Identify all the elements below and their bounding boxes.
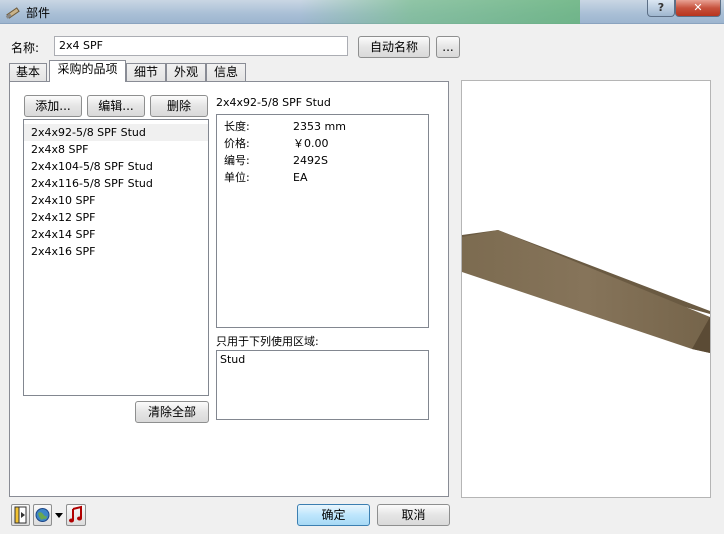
property-value: EA [293,171,308,184]
property-row: 单位: EA [217,169,428,186]
music-note-icon[interactable] [66,504,86,526]
property-value: 2353 mm [293,120,346,133]
preview-pane [461,80,711,498]
browse-button[interactable]: ... [436,36,460,58]
tab-basic[interactable]: 基本 [9,63,47,81]
usage-label: 只用于下列使用区域: [216,335,319,348]
list-item[interactable]: 2x4x92-5/8 SPF Stud [24,124,208,141]
tab-info[interactable]: 信息 [206,63,246,81]
title-bar: 部件 ? ✕ [0,0,724,24]
ok-button[interactable]: 确定 [297,504,370,526]
list-item[interactable]: 2x4x104-5/8 SPF Stud [24,158,208,175]
properties-box: 长度: 2353 mm 价格: ￥0.00 编号: 2492S 单位: EA [216,114,429,328]
list-item[interactable]: 2x4x12 SPF [24,209,208,226]
stud-3d-preview [462,230,710,353]
property-key: 价格: [224,137,250,150]
close-button[interactable]: ✕ [675,0,721,17]
property-row: 编号: 2492S [217,152,428,169]
dropdown-arrow-icon[interactable] [54,504,64,526]
usage-area-list[interactable]: Stud [216,350,429,420]
property-key: 单位: [224,171,250,184]
list-item[interactable]: 2x4x10 SPF [24,192,208,209]
stud-side-face [462,230,710,353]
list-item[interactable]: 2x4x14 SPF [24,226,208,243]
list-item[interactable]: 2x4x8 SPF [24,141,208,158]
window-title: 部件 [26,6,51,20]
page-icon[interactable] [11,504,30,526]
cancel-button[interactable]: 取消 [377,504,450,526]
tab-details[interactable]: 细节 [126,63,166,81]
tab-panel: 添加... 编辑... 删除 2x4x92-5/8 SPF Stud 2x4x8… [9,81,449,497]
delete-button[interactable]: 删除 [150,95,208,117]
auto-name-button[interactable]: 自动名称 [358,36,430,58]
name-label: 名称: [11,41,40,55]
property-value: 2492S [293,154,328,167]
detail-title: 2x4x92-5/8 SPF Stud [216,96,331,109]
property-row: 价格: ￥0.00 [217,135,428,152]
property-row: 长度: 2353 mm [217,118,428,135]
tab-appearance[interactable]: 外观 [166,63,206,81]
edit-button[interactable]: 编辑... [87,95,145,117]
list-item[interactable]: 2x4x116-5/8 SPF Stud [24,175,208,192]
purchased-items-list[interactable]: 2x4x92-5/8 SPF Stud 2x4x8 SPF 2x4x104-5/… [23,119,209,396]
clear-all-button[interactable]: 清除全部 [135,401,209,423]
list-item[interactable]: 2x4x16 SPF [24,243,208,260]
help-button[interactable]: ? [647,0,675,17]
app-icon [5,7,20,19]
add-button[interactable]: 添加... [24,95,82,117]
name-field[interactable]: 2x4 SPF [54,36,348,56]
property-value: ￥0.00 [293,137,329,150]
globe-icon[interactable] [33,504,52,526]
property-key: 长度: [224,120,250,133]
usage-area-item[interactable]: Stud [220,353,425,367]
tab-purchased-items[interactable]: 采购的品项 [49,60,126,82]
property-key: 编号: [224,154,250,167]
